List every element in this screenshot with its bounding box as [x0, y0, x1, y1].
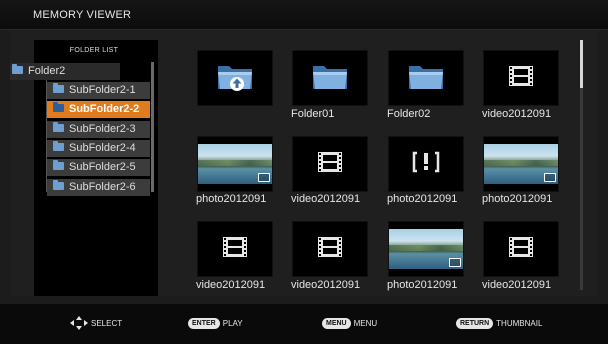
folder-icon: [53, 160, 64, 171]
photo-badge-icon: [258, 173, 270, 182]
thumbnail-label: photo2012091: [196, 193, 267, 205]
photo-badge-icon: [544, 173, 556, 182]
hint-thumbnail: RETURN THUMBNAIL: [456, 316, 542, 330]
window-title: MEMORY VIEWER: [33, 9, 132, 21]
tree-item-subfolder[interactable]: SubFolder2-5: [47, 159, 150, 177]
thumbnail-tile[interactable]: [483, 221, 559, 277]
tree-item-subfolder[interactable]: SubFolder2-4: [47, 139, 150, 157]
hint-menu: MENU MENU: [322, 316, 377, 330]
tree-root-folder2[interactable]: Folder2: [10, 63, 120, 80]
folder-list-scrollbar[interactable]: [151, 62, 154, 192]
thumbnail-label: photo2012091: [387, 279, 458, 291]
hint-menu-label: MENU: [353, 318, 378, 328]
thumbnail-label: video2012091: [482, 108, 552, 120]
thumbnail-tile[interactable]: [197, 50, 273, 106]
tree-item-label: SubFolder2-6: [69, 180, 136, 193]
hint-select: SELECT: [70, 316, 122, 330]
return-key-badge: RETURN: [456, 317, 494, 329]
thumbnail-tile[interactable]: [292, 136, 368, 192]
video-file-icon: [506, 64, 536, 93]
folder-icon: [53, 140, 64, 151]
thumbnail-label: video2012091: [196, 279, 266, 291]
folder-icon: [310, 60, 350, 97]
thumbnail-tile[interactable]: [292, 221, 368, 277]
thumbnail-label: video2012091: [291, 193, 361, 205]
folder-icon: [53, 102, 64, 113]
folder-icon: [12, 64, 23, 75]
thumbnail-label: video2012091: [291, 279, 361, 291]
hint-thumbnail-label: THUMBNAIL: [496, 318, 543, 328]
tree-item-subfolder[interactable]: SubFolder2-6: [47, 178, 150, 196]
thumbnail-label: video2012091: [482, 279, 552, 291]
thumbnail-tile[interactable]: [483, 136, 559, 192]
enter-key-badge: ENTER: [188, 317, 220, 329]
tree-item-label: SubFolder2-5: [69, 161, 136, 174]
thumbnail-tile[interactable]: [197, 136, 273, 192]
folder-icon: [53, 121, 64, 132]
video-file-icon: [315, 150, 345, 179]
title-bar: MEMORY VIEWER: [0, 0, 608, 30]
hint-play: ENTER PLAY: [188, 316, 243, 330]
folder-list-title: FOLDER LIST: [69, 47, 119, 54]
tree-item-subfolder[interactable]: SubFolder2-1: [47, 82, 150, 99]
thumbnail-tile[interactable]: [388, 221, 464, 277]
thumbnail-label: Folder01: [291, 108, 335, 120]
video-file-icon: [506, 235, 536, 264]
tree-item-label: SubFolder2-3: [69, 122, 136, 135]
grid-scrollbar[interactable]: [580, 40, 583, 290]
menu-key-badge: MENU: [322, 317, 351, 329]
thumbnail-tile[interactable]: [197, 221, 273, 277]
dpad-arrows-icon: [70, 316, 88, 330]
thumbnail-tile[interactable]: [388, 136, 464, 192]
thumbnail-label: photo2012091: [387, 193, 458, 205]
video-file-icon: [220, 235, 250, 264]
tree-item-label: SubFolder2-1: [69, 84, 136, 96]
photo-thumbnail: [389, 229, 463, 269]
thumbnail-tile[interactable]: [483, 50, 559, 106]
folder-icon: [53, 83, 64, 94]
video-file-icon: [315, 235, 345, 264]
error-file-icon: [411, 150, 441, 179]
thumbnail-label: photo2012091: [482, 193, 553, 205]
parent-folder-icon: [215, 60, 255, 97]
photo-thumbnail: [198, 144, 272, 184]
photo-badge-icon: [449, 258, 461, 267]
thumbnail-label: Folder02: [387, 108, 431, 120]
hint-play-label: PLAY: [222, 318, 243, 328]
footer-bar: SELECT ENTER PLAY MENU MENU RETURN THUMB…: [0, 304, 608, 344]
tree-root-label: Folder2: [28, 65, 66, 77]
tree-item-label: SubFolder2-2: [69, 103, 140, 116]
tree-item-subfolder[interactable]: SubFolder2-3: [47, 120, 150, 138]
thumbnail-tile[interactable]: [292, 50, 368, 106]
photo-thumbnail: [484, 144, 558, 184]
tree-item-subfolder[interactable]: SubFolder2-2: [47, 101, 150, 119]
tree-item-label: SubFolder2-4: [69, 141, 136, 154]
folder-icon: [53, 179, 64, 190]
grid-scrollbar-thumb[interactable]: [580, 40, 583, 88]
folder-icon: [406, 60, 446, 97]
hint-select-label: SELECT: [91, 318, 123, 328]
thumbnail-tile[interactable]: [388, 50, 464, 106]
